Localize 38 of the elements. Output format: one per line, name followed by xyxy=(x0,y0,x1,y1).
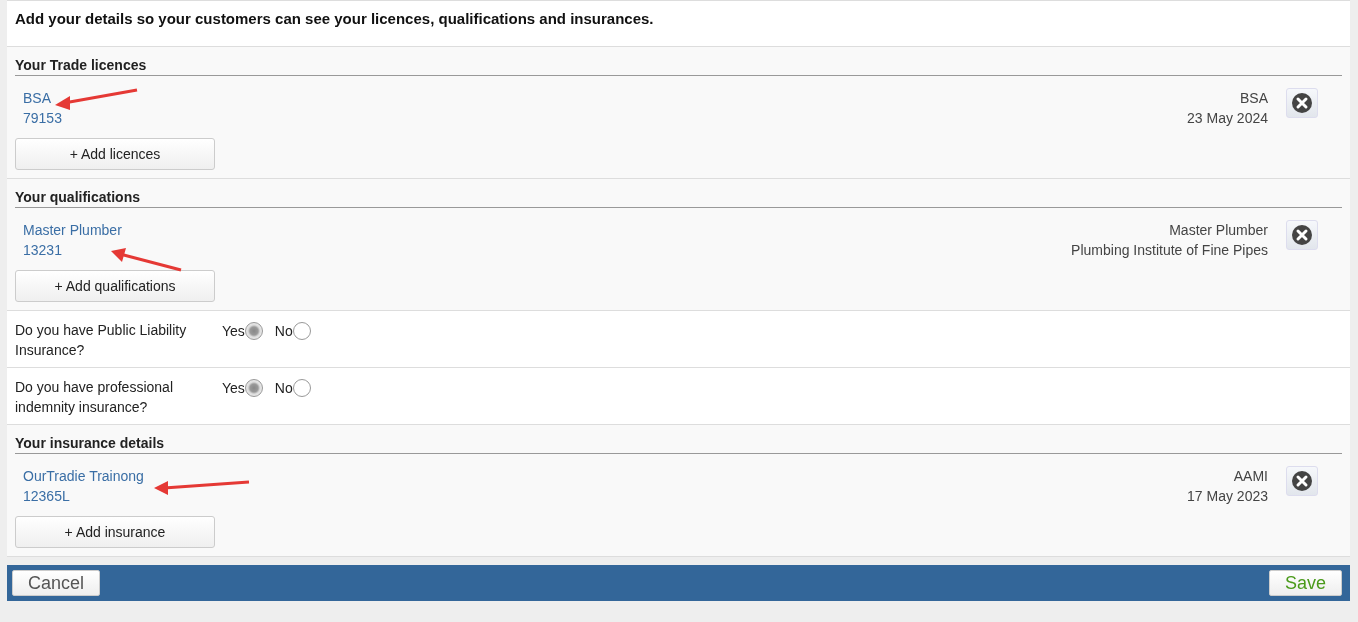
save-button[interactable]: Save xyxy=(1268,570,1342,596)
item-detail: 17 May 2023 xyxy=(1187,487,1268,506)
item-name-link[interactable]: OurTradie Trainong xyxy=(23,466,144,486)
radio-button[interactable] xyxy=(244,379,263,397)
section-heading: Your Trade licences xyxy=(15,57,1342,76)
remove-button[interactable] xyxy=(1286,88,1318,118)
remove-button[interactable] xyxy=(1286,466,1318,496)
radio-label: No xyxy=(274,322,293,341)
item-number-link[interactable]: 13231 xyxy=(23,240,62,260)
close-icon xyxy=(1292,225,1312,245)
item-number-link[interactable]: 12365L xyxy=(23,486,70,506)
annotation-arrow xyxy=(111,248,182,272)
radio-label: Yes xyxy=(222,322,245,341)
cancel-button[interactable]: Cancel xyxy=(12,570,101,596)
intro-text: Add your details so your customers can see your licences, qualifications and insurances. xyxy=(15,10,654,27)
section-heading: Your qualifications xyxy=(15,189,1342,208)
item-detail: Plumbing Institute of Fine Pipes xyxy=(1071,241,1268,260)
item-issuer: BSA xyxy=(1239,89,1268,108)
remove-button[interactable] xyxy=(1286,220,1318,250)
add-button[interactable]: + Add insurance xyxy=(15,516,215,548)
add-button[interactable]: + Add licences xyxy=(15,138,215,170)
question-text: Do you have Public Liability Insurance? xyxy=(15,321,188,360)
close-icon xyxy=(1292,471,1312,491)
radio-button[interactable] xyxy=(244,322,263,340)
item-issuer: Master Plumber xyxy=(1168,221,1268,240)
close-icon xyxy=(1292,93,1312,113)
question-text: Do you have professional indemnity insurance? xyxy=(15,378,174,417)
add-button[interactable]: + Add qualifications xyxy=(15,270,215,302)
item-issuer: AAMI xyxy=(1232,467,1268,486)
item-detail: 23 May 2024 xyxy=(1187,109,1268,128)
radio-button[interactable] xyxy=(292,379,311,397)
radio-label: Yes xyxy=(222,379,245,398)
section-heading: Your insurance details xyxy=(15,435,1342,454)
item-name-link[interactable]: BSA xyxy=(23,88,51,108)
radio-label: No xyxy=(274,379,293,398)
item-name-link[interactable]: Master Plumber xyxy=(23,220,122,240)
item-number-link[interactable]: 79153 xyxy=(23,108,62,128)
radio-button[interactable] xyxy=(292,322,311,340)
